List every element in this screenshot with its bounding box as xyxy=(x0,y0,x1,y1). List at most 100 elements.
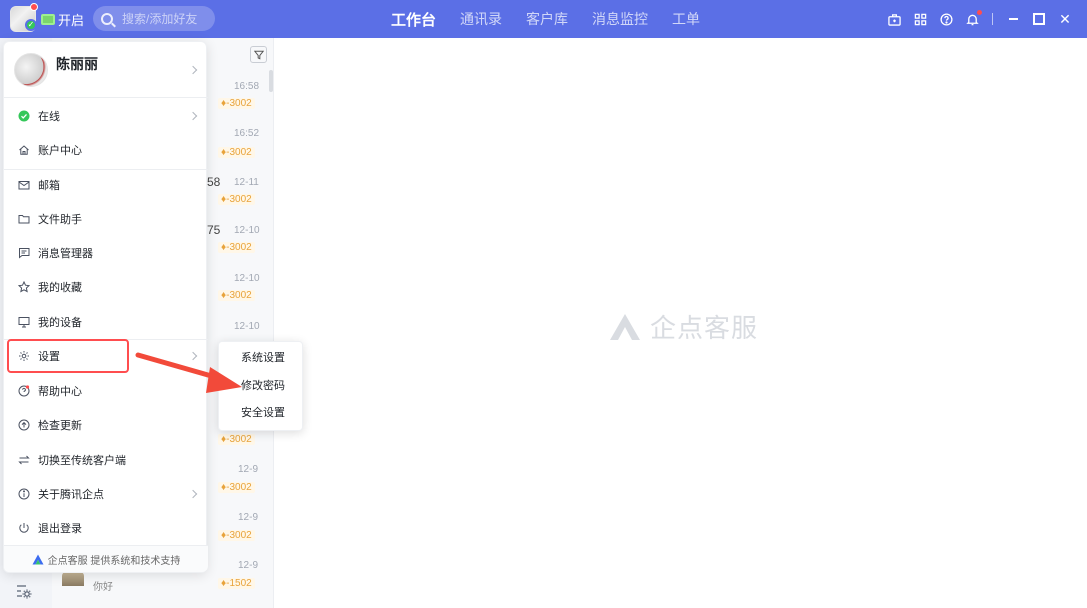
conversation-tag-text: -3002 xyxy=(226,242,252,253)
update-icon xyxy=(18,419,30,431)
conversation-time: 12-9 xyxy=(238,464,259,475)
conversation-time: 12-10 xyxy=(234,321,260,332)
brand-logo-icon xyxy=(32,554,44,564)
red-arrow-annotation xyxy=(135,352,242,393)
conversation-time: 12-10 xyxy=(234,225,260,236)
bell-icon[interactable] xyxy=(966,9,982,26)
brand-watermark: 企点客服 xyxy=(608,308,758,345)
apps-grid-icon[interactable] xyxy=(914,13,927,26)
menu-item-label: 账户中心 xyxy=(38,145,82,157)
minimize-button[interactable] xyxy=(1007,13,1019,25)
profile-header[interactable]: 陈丽丽 xyxy=(4,42,208,98)
message-icon xyxy=(18,247,30,259)
conversation-time: 12-11 xyxy=(234,177,259,188)
chevron-right-icon xyxy=(188,65,198,75)
list-scrollbar[interactable] xyxy=(269,70,273,92)
conversation-time: 12-9 xyxy=(238,512,259,523)
conversation-tag-text: -3002 xyxy=(226,147,252,158)
menu-item-label: 我的设备 xyxy=(38,317,82,329)
conversation-time: 16:52 xyxy=(234,128,260,139)
conversation-tag: ♦-3002 xyxy=(218,434,255,445)
settings-menu-icon[interactable] xyxy=(15,582,33,600)
conversation-partial-text: 75 xyxy=(207,223,221,237)
chevron-right-icon xyxy=(188,489,198,499)
conversation-tag: ♦-3002 xyxy=(218,242,255,253)
star-icon xyxy=(18,281,30,293)
menu-item-label: 退出登录 xyxy=(38,523,82,535)
conversation-avatar xyxy=(62,572,84,586)
menu-footer: 企点客服 提供系统和技术支持 xyxy=(4,545,208,572)
conversation-tag: ♦-3002 xyxy=(218,98,255,109)
conversation-tag-text: -1502 xyxy=(226,578,252,589)
nav-tab-workbench[interactable]: 工作台 xyxy=(391,9,436,30)
nav-tab-customers[interactable]: 客户库 xyxy=(526,9,568,29)
filter-icon[interactable] xyxy=(250,46,267,63)
search-box[interactable] xyxy=(93,6,215,31)
conversation-partial-text: 58 xyxy=(207,175,221,189)
conversation-tag: ♦-3002 xyxy=(218,530,255,541)
conversation-tag-text: -3002 xyxy=(226,434,252,445)
menu-item-account-center[interactable]: 账户中心 xyxy=(4,133,208,167)
conversation-tag: ♦-1502 xyxy=(218,578,255,589)
nav-tab-tickets[interactable]: 工单 xyxy=(672,9,700,29)
search-input[interactable] xyxy=(122,11,214,26)
menu-item-status[interactable]: 在线 xyxy=(4,99,208,133)
menu-item-label: 帮助中心 xyxy=(38,386,82,398)
screen-icon xyxy=(41,13,55,25)
menu-item-about[interactable]: 关于腾讯企点 xyxy=(4,477,208,511)
menu-item-label: 检查更新 xyxy=(38,420,82,432)
conversation-message: 你好 xyxy=(93,582,113,593)
online-check-icon: ✓ xyxy=(25,19,37,31)
menu-item-label: 我的收藏 xyxy=(38,282,82,294)
menu-item-label: 在线 xyxy=(38,111,60,123)
main-nav: 工作台 通讯录 客户库 消息监控 工单 xyxy=(391,0,724,38)
help-icon xyxy=(18,385,30,397)
conversation-time: 12-9 xyxy=(238,560,259,571)
chevron-right-icon xyxy=(188,111,198,121)
menu-item-label: 切换至传统客户端 xyxy=(38,455,126,467)
online-status-icon xyxy=(18,110,30,122)
switch-icon xyxy=(18,454,30,466)
user-name: 陈丽丽 xyxy=(56,56,98,72)
menu-item-label: 关于腾讯企点 xyxy=(38,489,104,501)
menu-item-logout[interactable]: 退出登录 xyxy=(4,511,208,545)
conversation-tag: ♦-3002 xyxy=(218,194,255,205)
divider xyxy=(992,13,993,25)
help-circle-icon[interactable] xyxy=(940,12,953,26)
watermark-text: 企点客服 xyxy=(650,313,759,343)
nav-tab-message-monitor[interactable]: 消息监控 xyxy=(592,9,648,29)
footer-text: 企点客服 提供系统和技术支持 xyxy=(47,555,181,567)
home-icon xyxy=(18,144,30,156)
conversation-tag-text: -3002 xyxy=(226,290,252,301)
top-icons: ✕ xyxy=(888,0,1087,38)
menu-item-label: 邮箱 xyxy=(38,180,60,192)
conversation-tag-text: -3002 xyxy=(226,482,252,493)
menu-item-my-devices[interactable]: 我的设备 xyxy=(4,305,208,339)
maximize-button[interactable] xyxy=(1033,13,1045,25)
monitor-icon xyxy=(18,316,30,328)
menu-item-switch-client[interactable]: 切换至传统客户端 xyxy=(4,443,208,477)
menu-item-message-manager[interactable]: 消息管理器 xyxy=(4,236,208,270)
menu-item-mail[interactable]: 邮箱 xyxy=(4,168,208,202)
close-button[interactable]: ✕ xyxy=(1059,11,1071,27)
menu-item-favorites[interactable]: 我的收藏 xyxy=(4,270,208,304)
nav-tab-contacts[interactable]: 通讯录 xyxy=(460,9,502,29)
conversation-tag-text: -3002 xyxy=(226,194,252,205)
toolbox-icon[interactable] xyxy=(888,13,901,26)
menu-item-file-assistant[interactable]: 文件助手 xyxy=(4,202,208,236)
open-label: 开启 xyxy=(58,12,85,28)
conversation-time: 12-10 xyxy=(234,273,260,284)
menu-item-check-update[interactable]: 检查更新 xyxy=(4,408,208,442)
folder-icon xyxy=(18,213,30,225)
brand-logo-icon xyxy=(610,313,640,340)
info-icon xyxy=(18,488,30,500)
conversation-tag: ♦-3002 xyxy=(218,482,255,493)
conversation-tag: ♦-3002 xyxy=(218,290,255,301)
bell-badge xyxy=(977,9,982,15)
conversation-time: 16:58 xyxy=(234,81,260,92)
profile-menu: 陈丽丽 在线 账户中心 邮箱 文件助手 消息管理器 我的收藏 我的设备 设置 帮… xyxy=(3,41,208,573)
notification-dot xyxy=(30,3,38,11)
menu-item-label: 文件助手 xyxy=(38,214,82,226)
conversation-tag: ♦-3002 xyxy=(218,147,255,158)
open-toggle-button[interactable]: 开启 xyxy=(41,10,84,28)
